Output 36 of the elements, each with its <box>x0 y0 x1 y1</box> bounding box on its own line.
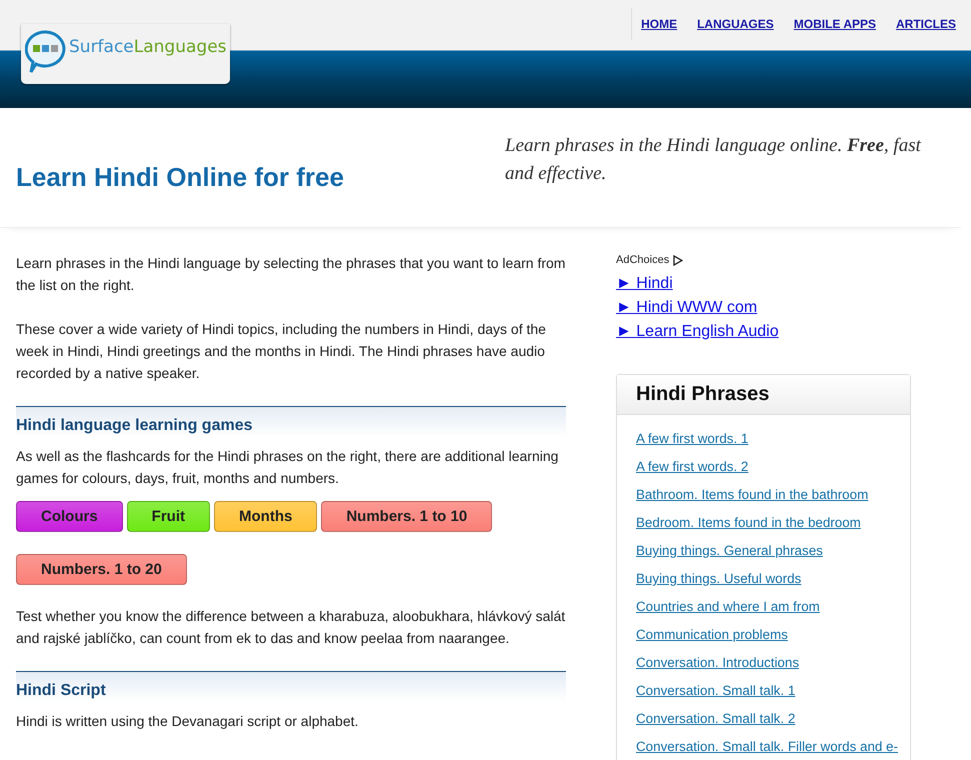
phrase-link[interactable]: Conversation. Small talk. 2 <box>636 705 906 733</box>
page-title: Learn Hindi Online for free <box>16 162 344 193</box>
logo-wordmark: SurfaceLanguages <box>69 37 227 57</box>
game-button[interactable]: Colours <box>16 501 123 532</box>
play-icon[interactable] <box>673 254 684 266</box>
games-paragraph: As well as the flashcards for the Hindi phrases on the right, there are additional learning games for colours, days, fruit, months and numbers. <box>16 447 560 488</box>
ad-link[interactable]: ► Learn English Audio <box>616 320 911 344</box>
game-button[interactable]: Numbers. 1 to 20 <box>16 554 187 585</box>
game-button[interactable]: Months <box>214 501 318 532</box>
phrase-link[interactable]: Buying things. Useful words <box>636 565 906 593</box>
intro-paragraph: Learn phrases in the Hindi language by selecting the phrases that you want to learn from the list on the right. <box>16 254 566 295</box>
nav-link[interactable]: HOME <box>641 17 678 31</box>
phrase-link[interactable]: Communication problems <box>636 621 906 649</box>
phrase-link[interactable]: Conversation. Introductions <box>636 649 906 677</box>
test-paragraph: Test whether you know the difference between a kharabuza, aloobukhara, hlávkový salát and rajské jablíčko, can count from ek to das and know peelaa from naarangee. <box>16 607 566 648</box>
phrase-link[interactable]: Bedroom. Items found in the bedroom <box>636 509 906 537</box>
phrase-link[interactable]: A few first words. 1 <box>636 425 906 453</box>
nav-link[interactable]: ARTICLES <box>896 17 956 31</box>
nav-link[interactable]: LANGUAGES <box>697 17 774 31</box>
phrase-link[interactable]: Bathroom. Items found in the bathroom <box>636 481 906 509</box>
adchoices-label[interactable]: AdChoices <box>616 254 670 266</box>
phrase-link[interactable]: Conversation. Small talk. 1 <box>636 677 906 705</box>
speech-bubble-icon <box>25 30 67 74</box>
script-paragraph: Hindi is written using the Devanagari script or alphabet. <box>16 712 360 731</box>
ad-link[interactable]: ► Hindi <box>616 272 911 296</box>
panel-title: Hindi Phrases <box>617 375 910 415</box>
phrase-link[interactable]: A few first words. 2 <box>636 453 906 481</box>
game-button[interactable]: Fruit <box>126 501 210 532</box>
phrase-link[interactable]: Buying things. General phrases <box>636 537 906 565</box>
ad-link[interactable]: ► Hindi WWW com <box>616 296 911 320</box>
nav-link[interactable]: MOBILE APPS <box>794 17 876 31</box>
phrase-link[interactable]: Conversation. Small talk. Filler words and e- <box>636 733 906 760</box>
intro-paragraph: These cover a wide variety of Hindi topics, including the numbers in Hindi, days of the week in Hindi, Hindi greetings and the months in Hindi. The Hindi phrases have audio recorded by a native speaker. <box>16 320 547 383</box>
game-button[interactable]: Numbers. 1 to 10 <box>321 501 492 532</box>
phrase-link[interactable]: Countries and where I am from <box>636 593 906 621</box>
tagline: Learn phrases in the Hindi language online. Free, fast and effective. <box>505 134 922 186</box>
